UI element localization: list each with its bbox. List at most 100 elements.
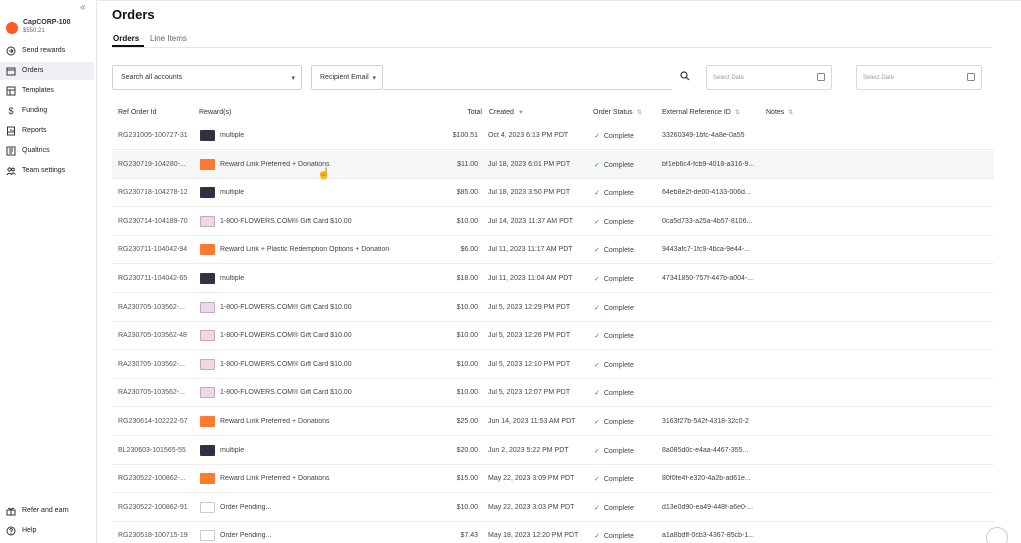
reward-name: Order Pending... (220, 504, 272, 511)
reports-icon (7, 126, 15, 136)
sidebar-item-refer-and-earn[interactable]: Refer and earn (0, 502, 94, 520)
ref-order-id[interactable]: RA230705-103562-48 (118, 332, 196, 339)
order-total: $6.00 (460, 246, 478, 253)
status-badge: ✓ Complete (594, 275, 664, 283)
sidebar-item-templates[interactable]: Templates (0, 82, 94, 100)
sidebar-item-funding[interactable]: $ Funding (0, 102, 94, 120)
order-total: $20.00 (456, 447, 478, 454)
ref-order-id[interactable]: RG230718-104278-12 (118, 189, 196, 196)
ref-order-id[interactable]: RG230522-100862-91 (118, 504, 196, 511)
sidebar-item-label: Templates (22, 87, 54, 94)
table-row[interactable]: RA230705-103562-... 1-800-FLOWERS.COM® Gi… (112, 379, 994, 407)
column-header-notes[interactable]: Notes ⇅ (766, 109, 793, 116)
tab-orders[interactable]: Orders (113, 34, 139, 43)
table-row[interactable]: BL230603-101565-55 multiple $20.00 Jun 2, 2… (112, 437, 994, 465)
date-to-placeholder: Select Date (863, 75, 895, 81)
column-header-total[interactable]: Total (432, 109, 482, 116)
status-badge: ✓ Complete (594, 246, 664, 254)
external-reference-id: 33260349-1bfc-4a8e-0a55 (662, 132, 745, 139)
search-field-value: Recipient Email (320, 74, 369, 81)
table-row[interactable]: RG230518-100715-19 Order Pending... $7.43 M… (112, 522, 994, 543)
dollar-icon: $ (8, 106, 14, 116)
ref-order-id[interactable]: RG230711-104042-94 (118, 246, 196, 253)
ref-order-id[interactable]: RG230518-100715-19 (118, 532, 196, 539)
reward-thumbnail-icon (200, 187, 215, 198)
ref-order-id[interactable]: RG230719-104280-... (118, 161, 196, 168)
status-label: Complete (603, 476, 634, 483)
column-header-ref-order-id[interactable]: Ref Order Id (118, 109, 157, 116)
sidebar-item-reports[interactable]: Reports (0, 122, 94, 140)
external-reference-id: 64eb8e2f-de00-4133-006d... (662, 189, 751, 196)
sidebar-item-help[interactable]: Help (0, 522, 94, 540)
table-row[interactable]: RG231005-100727-31 multiple $100.51 Oct 4, … (112, 122, 994, 150)
status-label: Complete (603, 419, 634, 426)
order-total: $10.00 (456, 304, 478, 311)
check-icon: ✓ (594, 333, 600, 340)
sidebar-item-orders[interactable]: Orders (0, 62, 94, 80)
chat-widget-button[interactable] (986, 527, 1008, 543)
account-logo-icon (6, 22, 18, 34)
check-icon: ✓ (594, 533, 600, 540)
column-header-order-status[interactable]: Order Status ⇅ (593, 109, 642, 116)
date-from-placeholder: Select Date (713, 75, 745, 81)
table-row[interactable]: RG230719-104280-... Reward Link Preferred… (112, 151, 994, 179)
ref-order-id[interactable]: RA230705-103562-... (118, 361, 196, 368)
help-icon (6, 526, 16, 536)
table-row[interactable]: RG230711-104042-65 multiple $18.00 Jul 11, … (112, 265, 994, 293)
ref-order-id[interactable]: BL230603-101565-55 (118, 447, 196, 454)
status-label: Complete (603, 247, 634, 254)
table-row[interactable]: RG230522-100862-91 Order Pending... $10.00… (112, 494, 994, 522)
column-header-rewards[interactable]: Reward(s) (199, 109, 231, 116)
check-icon: ✓ (594, 133, 600, 140)
collapse-sidebar-icon[interactable]: « (80, 2, 86, 13)
ref-order-id[interactable]: RG230614-102222-57 (118, 418, 196, 425)
search-input[interactable] (388, 67, 670, 87)
check-icon: ✓ (594, 162, 600, 169)
column-header-label: Order Status (593, 109, 633, 116)
sidebar-item-qualtrics[interactable]: Qualtrics (0, 142, 94, 160)
search-icon[interactable] (676, 67, 694, 85)
sort-icon: ⇅ (636, 110, 642, 116)
check-icon: ✓ (594, 305, 600, 312)
ref-order-id[interactable]: RG230522-100862-... (118, 475, 196, 482)
date-to-picker[interactable]: Select Date (856, 65, 982, 90)
reward-name: Reward Link Preferred + Donations (220, 418, 330, 425)
order-created: Jun 14, 2023 11:53 AM PDT (488, 418, 576, 425)
order-created: Jul 11, 2023 11:17 AM PDT (488, 246, 573, 253)
column-header-created[interactable]: Created ▼ (489, 109, 524, 116)
sidebar-item-team-settings[interactable]: Team settings (0, 162, 94, 180)
table-row[interactable]: RA230705-103562-48 1-800-FLOWERS.COM® Gif… (112, 322, 994, 350)
tab-line-items[interactable]: Line Items (150, 34, 187, 43)
search-field-select[interactable]: Recipient Email ▾ (311, 65, 383, 90)
table-row[interactable]: RG230522-100862-... Reward Link Preferred… (112, 465, 994, 493)
order-created: Jun 2, 2023 5:22 PM PDT (488, 447, 569, 454)
order-total: $15.00 (456, 475, 478, 482)
table-row[interactable]: RG230711-104042-94 Reward Link + Plastic … (112, 236, 994, 264)
reward-thumbnail-icon (200, 502, 215, 513)
table-row[interactable]: RG230718-104278-12 multiple $85.00 Jul 18, … (112, 179, 994, 207)
date-from-picker[interactable]: Select Date (706, 65, 832, 90)
table-row[interactable]: RG230614-102222-57 Reward Link Preferred … (112, 408, 994, 436)
table-row[interactable]: RA230705-103562-... 1-800-FLOWERS.COM® Gi… (112, 294, 994, 322)
check-icon: ✓ (594, 390, 600, 397)
ref-order-id[interactable]: RG231005-100727-31 (118, 132, 196, 139)
column-header-label: External Reference ID (662, 109, 731, 116)
check-icon: ✓ (594, 247, 600, 254)
ref-order-id[interactable]: RG230711-104042-65 (118, 275, 196, 282)
ref-order-id[interactable]: RA230705-103562-... (118, 304, 196, 311)
tabs-divider (112, 47, 992, 48)
accounts-select[interactable]: Search all accounts ▾ (112, 65, 302, 90)
external-reference-id: d13e0d90-ea49-448f-a6e0-... (662, 504, 754, 511)
sidebar-item-send-rewards[interactable]: Send rewards (0, 42, 94, 60)
sidebar-item-label: Refer and earn (22, 507, 69, 514)
ref-order-id[interactable]: RA230705-103562-... (118, 389, 196, 396)
external-reference-id: bf1eb6c4-fcb9-4018-a316-9... (662, 161, 755, 168)
table-row[interactable]: RG230714-104189-70 1-800-FLOWERS.COM® Gif… (112, 208, 994, 236)
ref-order-id[interactable]: RG230714-104189-70 (118, 218, 196, 225)
column-header-external-reference-id[interactable]: External Reference ID ⇅ (662, 109, 740, 116)
table-row[interactable]: RA230705-103562-... 1-800-FLOWERS.COM® Gi… (112, 351, 994, 379)
account-switcher[interactable]: CapCORP-100 $550.21 (4, 18, 94, 40)
sidebar-item-label: Team settings (22, 167, 66, 174)
status-label: Complete (603, 219, 634, 226)
chevron-down-icon: ▾ (291, 75, 295, 82)
